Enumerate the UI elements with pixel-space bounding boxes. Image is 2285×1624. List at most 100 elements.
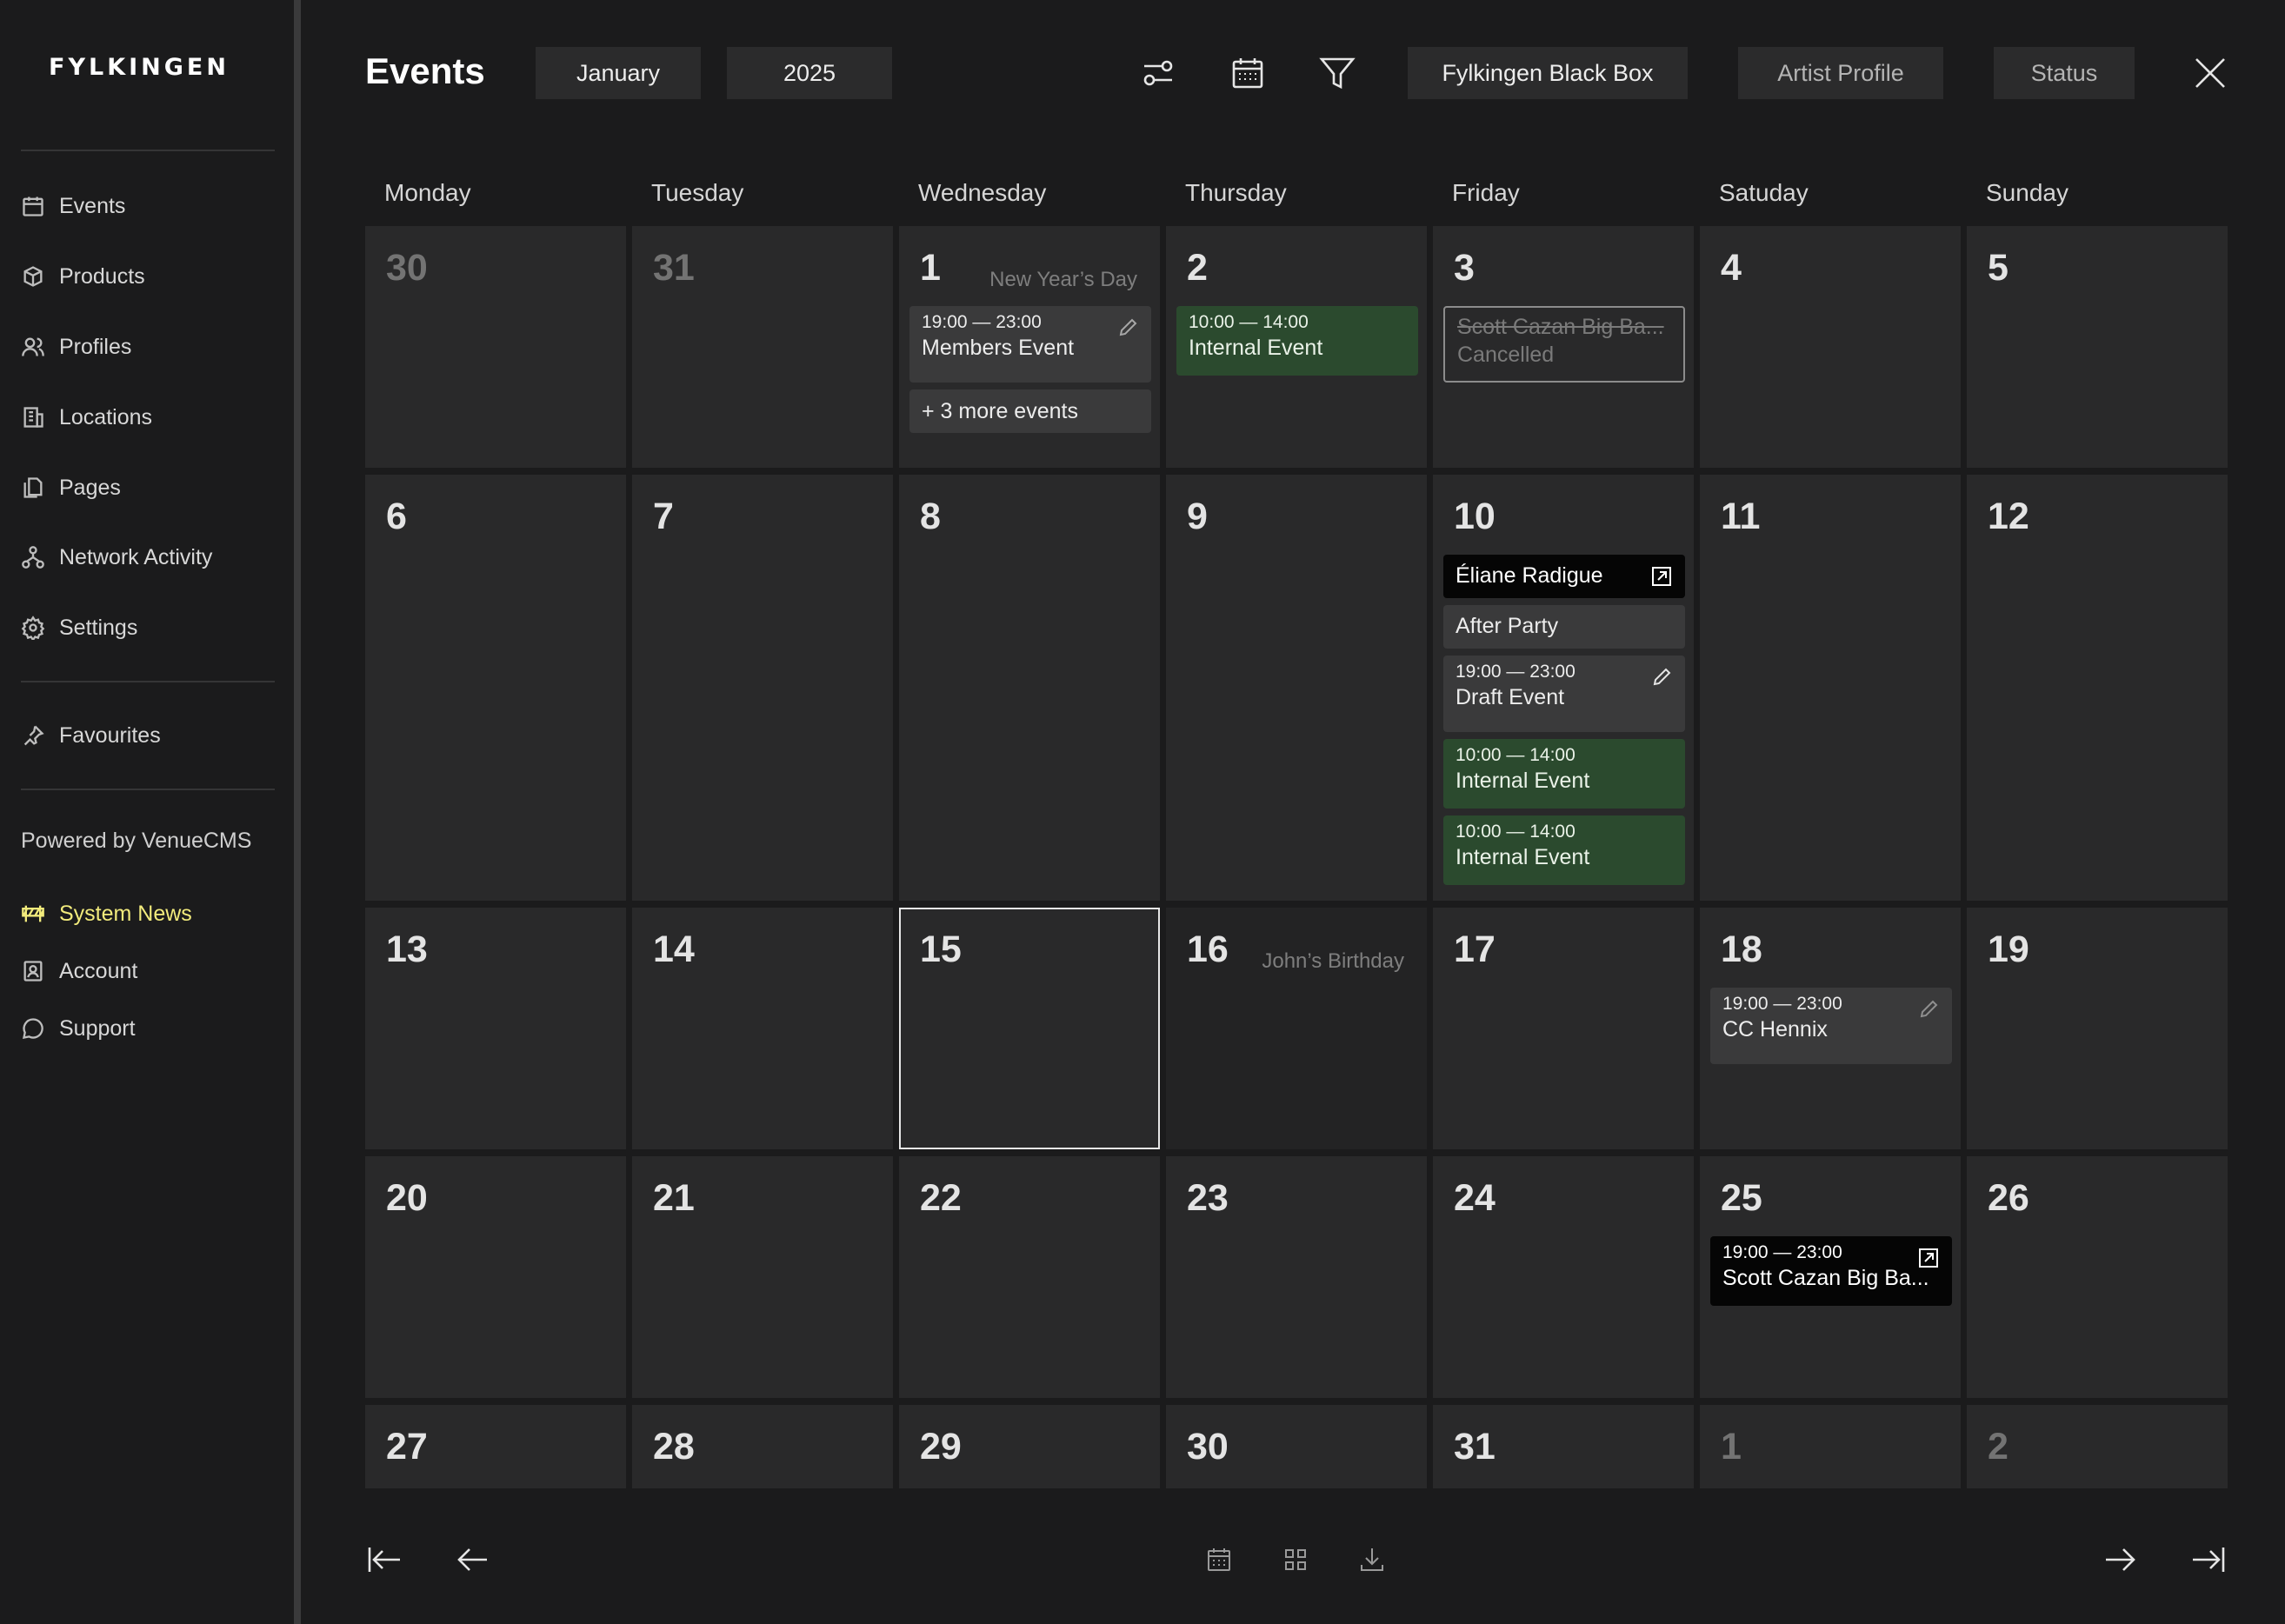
calendar-day-cell[interactable]: 30 xyxy=(1166,1405,1427,1488)
calendar-day-cell[interactable]: 30 xyxy=(365,226,626,468)
sidebar-item-label: Favourites xyxy=(59,722,161,748)
sidebar-item-pages[interactable]: Pages xyxy=(21,469,121,507)
calendar-day-cell[interactable]: 29 xyxy=(899,1405,1160,1488)
event-card[interactable]: 19:00 — 23:00 CC Hennix xyxy=(1710,988,1952,1064)
event-card[interactable]: 19:00 — 23:00 Scott Cazan Big Ba... xyxy=(1710,1236,1952,1306)
calendar-day-cell[interactable]: 23 xyxy=(1166,1156,1427,1398)
event-card[interactable]: 19:00 — 23:00 Members Event xyxy=(909,306,1151,383)
calendar-day-cell[interactable]: 28 xyxy=(632,1405,893,1488)
network-icon xyxy=(22,546,44,569)
day-number: 25 xyxy=(1721,1177,1762,1219)
calendar-view-icon[interactable] xyxy=(1229,54,1267,92)
event-card[interactable]: 10:00 — 14:00 Internal Event xyxy=(1443,815,1685,885)
event-card[interactable]: Éliane Radigue xyxy=(1443,555,1685,598)
next-arrow-icon[interactable] xyxy=(2101,1541,2139,1579)
artist-profile-filter[interactable]: Artist Profile xyxy=(1738,47,1943,99)
calendar-day-cell[interactable]: 13 xyxy=(365,908,626,1149)
calendar-day-cell[interactable]: 9 xyxy=(1166,475,1427,901)
calendar-day-cell[interactable]: 11 xyxy=(1700,475,1961,901)
first-page-icon[interactable] xyxy=(365,1541,403,1579)
calendar-day-cell[interactable]: 1 xyxy=(1700,1405,1961,1488)
day-number: 5 xyxy=(1988,247,2009,289)
edit-icon[interactable] xyxy=(1116,316,1139,339)
day-number: 4 xyxy=(1721,247,1742,289)
sidebar-item-network-activity[interactable]: Network Activity xyxy=(21,538,212,576)
calendar-day-cell[interactable]: 25 19:00 — 23:00 Scott Cazan Big Ba... xyxy=(1700,1156,1961,1398)
event-time: 10:00 — 14:00 xyxy=(1456,822,1576,842)
calendar-day-cell[interactable]: 16 John’s Birthday xyxy=(1166,908,1427,1149)
sidebar-item-label: Support xyxy=(59,1015,136,1041)
calendar-day-cell[interactable]: 17 xyxy=(1433,908,1694,1149)
calendar-day-cell[interactable]: 24 xyxy=(1433,1156,1694,1398)
sidebar-item-support[interactable]: Support xyxy=(21,1009,136,1048)
pages-icon xyxy=(23,477,43,498)
calendar-day-cell[interactable]: 20 xyxy=(365,1156,626,1398)
calendar-view-icon[interactable] xyxy=(1200,1541,1238,1579)
event-title: Scott Cazan Big Ba... xyxy=(1457,315,1664,339)
sidebar-item-system-news[interactable]: System News xyxy=(21,895,192,933)
calendar-day-cell[interactable]: 10 Éliane Radigue After Party 19:00 — 23… xyxy=(1433,475,1694,901)
edit-icon[interactable] xyxy=(1917,998,1940,1021)
event-card[interactable]: 10:00 — 14:00 Internal Event xyxy=(1176,306,1418,376)
calendar-day-cell[interactable]: 22 xyxy=(899,1156,1160,1398)
calendar-day-cell[interactable]: 21 xyxy=(632,1156,893,1398)
open-external-icon[interactable] xyxy=(1917,1247,1940,1269)
day-number: 22 xyxy=(920,1177,962,1219)
cancelled-event-card[interactable]: Scott Cazan Big Ba... Cancelled xyxy=(1443,306,1685,383)
sliders-icon[interactable] xyxy=(1139,54,1177,92)
day-number: 9 xyxy=(1187,496,1208,537)
app-logo[interactable]: FYLKINGEN xyxy=(49,54,230,81)
last-page-icon[interactable] xyxy=(2189,1541,2228,1579)
sidebar-item-events[interactable]: Events xyxy=(21,187,125,225)
year-select[interactable]: 2025 xyxy=(727,47,892,99)
calendar-day-cell[interactable]: 7 xyxy=(632,475,893,901)
grid-view-icon[interactable] xyxy=(1276,1541,1315,1579)
calendar-day-cell[interactable]: 19 xyxy=(1967,908,2228,1149)
calendar-day-cell[interactable]: 2 xyxy=(1967,1405,2228,1488)
previous-arrow-icon[interactable] xyxy=(454,1541,492,1579)
sidebar-item-account[interactable]: Account xyxy=(21,952,137,990)
event-card[interactable]: 19:00 — 23:00 Draft Event xyxy=(1443,656,1685,732)
filter-icon[interactable] xyxy=(1318,54,1356,92)
sidebar-border xyxy=(294,0,301,1624)
sidebar-item-locations[interactable]: Locations xyxy=(21,398,152,436)
event-card[interactable]: After Party xyxy=(1443,605,1685,649)
event-title: After Party xyxy=(1456,614,1559,638)
sidebar: FYLKINGEN Events Products Profiles Locat… xyxy=(0,0,296,1624)
event-title: Internal Event xyxy=(1456,845,1590,869)
calendar-day-cell[interactable]: 27 xyxy=(365,1405,626,1488)
calendar-day-cell[interactable]: 3 Scott Cazan Big Ba... Cancelled xyxy=(1433,226,1694,468)
close-icon[interactable] xyxy=(2191,54,2229,92)
calendar-day-cell[interactable]: 31 xyxy=(1433,1405,1694,1488)
calendar-day-cell[interactable]: 4 xyxy=(1700,226,1961,468)
sidebar-item-products[interactable]: Products xyxy=(21,257,145,296)
month-select[interactable]: January xyxy=(536,47,701,99)
calendar-day-cell[interactable]: 6 xyxy=(365,475,626,901)
more-events-button[interactable]: + 3 more events xyxy=(909,389,1151,433)
calendar-day-cell[interactable]: 1 New Year’s Day 19:00 — 23:00 Members E… xyxy=(899,226,1160,468)
download-icon[interactable] xyxy=(1353,1541,1391,1579)
day-number: 3 xyxy=(1454,247,1475,289)
open-external-icon[interactable] xyxy=(1650,565,1673,588)
event-card[interactable]: 10:00 — 14:00 Internal Event xyxy=(1443,739,1685,809)
edit-icon[interactable] xyxy=(1650,666,1673,689)
day-number: 31 xyxy=(653,247,695,289)
calendar-day-cell[interactable]: 2 10:00 — 14:00 Internal Event xyxy=(1166,226,1427,468)
status-filter[interactable]: Status xyxy=(1994,47,2135,99)
powered-by-text: Powered by VenueCMS xyxy=(21,829,252,853)
calendar-day-cell-today[interactable]: 15 xyxy=(899,908,1160,1149)
calendar-day-cell[interactable]: 12 xyxy=(1967,475,2228,901)
calendar-day-cell[interactable]: 8 xyxy=(899,475,1160,901)
page-title: Events xyxy=(365,50,485,91)
day-number: 8 xyxy=(920,496,941,537)
sidebar-item-settings[interactable]: Settings xyxy=(21,609,137,647)
calendar-day-cell[interactable]: 26 xyxy=(1967,1156,2228,1398)
sidebar-item-profiles[interactable]: Profiles xyxy=(21,328,131,366)
calendar-day-cell[interactable]: 31 xyxy=(632,226,893,468)
sidebar-item-favourites[interactable]: Favourites xyxy=(21,716,161,755)
calendar-day-cell[interactable]: 14 xyxy=(632,908,893,1149)
calendar-day-cell[interactable]: 18 19:00 — 23:00 CC Hennix xyxy=(1700,908,1961,1149)
sidebar-item-label: Network Activity xyxy=(59,544,213,569)
venue-filter[interactable]: Fylkingen Black Box xyxy=(1408,47,1688,99)
calendar-day-cell[interactable]: 5 xyxy=(1967,226,2228,468)
